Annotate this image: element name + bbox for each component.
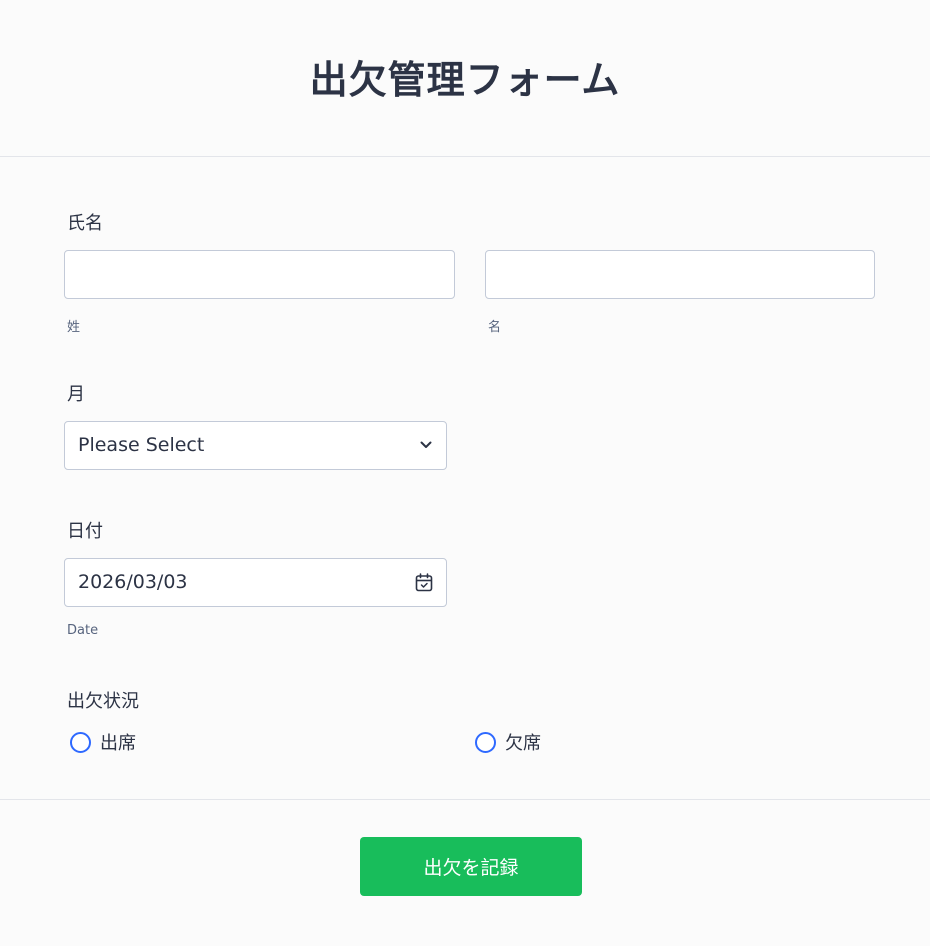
form-header: 出欠管理フォーム xyxy=(0,0,930,157)
radio-label-absent[interactable]: 欠席 xyxy=(505,729,541,755)
first-name-sublabel: 名 xyxy=(488,320,502,335)
footer-divider xyxy=(0,799,930,800)
chevron-down-icon xyxy=(420,441,432,448)
month-select[interactable]: Please Select xyxy=(64,421,447,470)
radio-button-icon[interactable] xyxy=(70,731,91,753)
radio-option-absent[interactable]: 欠席 xyxy=(475,729,541,755)
date-input[interactable]: 2026/03/03 xyxy=(64,558,447,607)
last-name-sublabel: 姓 xyxy=(67,320,81,335)
name-label: 氏名 xyxy=(67,213,103,234)
attendance-label: 出欠状況 xyxy=(67,691,139,712)
date-sublabel: Date xyxy=(67,623,99,638)
calendar-icon[interactable] xyxy=(415,573,433,592)
last-name-input[interactable] xyxy=(64,250,455,299)
radio-label-present[interactable]: 出席 xyxy=(100,729,136,755)
radio-button-icon[interactable] xyxy=(475,731,496,753)
date-input-value: 2026/03/03 xyxy=(78,571,188,593)
first-name-input[interactable] xyxy=(485,250,875,299)
month-select-value: Please Select xyxy=(78,434,205,456)
form-title: 出欠管理フォーム xyxy=(309,57,621,102)
date-label: 日付 xyxy=(67,521,103,542)
month-label: 月 xyxy=(67,384,85,405)
radio-option-present[interactable]: 出席 xyxy=(70,729,136,755)
submit-button[interactable]: 出欠を記録 xyxy=(360,837,582,896)
